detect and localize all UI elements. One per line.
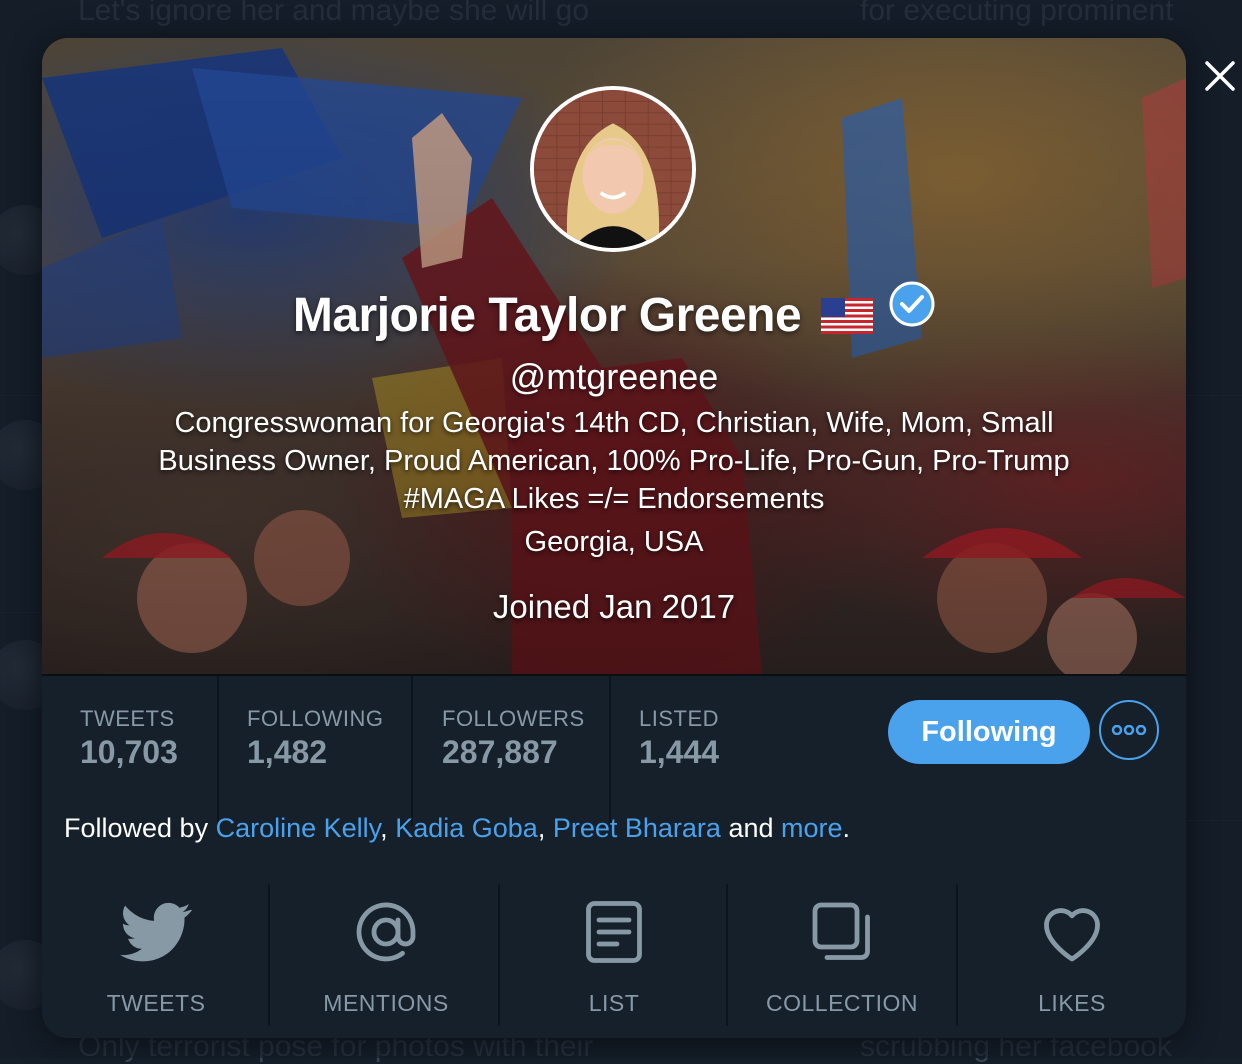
follower-link[interactable]: Kadia Goba xyxy=(395,813,538,843)
profile-joined-date: Joined Jan 2017 xyxy=(42,588,1186,626)
verified-badge-icon xyxy=(889,281,935,327)
profile-location: Georgia, USA xyxy=(42,526,1186,559)
followed-by-more-link[interactable]: more xyxy=(781,813,843,843)
follower-link[interactable]: Preet Bharara xyxy=(553,813,721,843)
nav-label: MENTIONS xyxy=(323,990,448,1017)
nav-divider xyxy=(956,884,958,1026)
list-icon xyxy=(578,896,650,968)
profile-card: Marjorie Taylor Greene @mtgreenee Congre… xyxy=(42,38,1186,1038)
following-button[interactable]: Following xyxy=(888,700,1090,764)
profile-banner: Marjorie Taylor Greene @mtgreenee Congre… xyxy=(42,38,1186,674)
profile-bio: Congresswoman for Georgia's 14th CD, Chr… xyxy=(132,404,1096,518)
period: . xyxy=(843,813,851,843)
nav-list[interactable]: LIST xyxy=(528,884,700,1026)
close-icon xyxy=(1202,58,1238,94)
stat-value: 10,703 xyxy=(80,734,178,771)
us-flag-icon xyxy=(821,298,873,334)
profile-name: Marjorie Taylor Greene xyxy=(293,288,801,343)
stat-label: FOLLOWING xyxy=(247,706,384,732)
nav-label: TWEETS xyxy=(107,990,206,1017)
profile-handle: @mtgreenee xyxy=(42,356,1186,398)
stat-value: 1,444 xyxy=(639,734,719,771)
heart-icon xyxy=(1036,896,1108,968)
nav-mentions[interactable]: MENTIONS xyxy=(300,884,472,1026)
nav-divider xyxy=(498,884,500,1026)
stat-tweets[interactable]: TWEETS 10,703 xyxy=(80,676,178,826)
twitter-bird-icon xyxy=(120,896,192,968)
stat-listed[interactable]: LISTED 1,444 xyxy=(639,676,719,826)
followed-by-line: Followed by Caroline Kelly, Kadia Goba, … xyxy=(64,813,850,844)
separator: , xyxy=(538,813,546,843)
stat-divider xyxy=(609,676,611,826)
stat-followers[interactable]: FOLLOWERS 287,887 xyxy=(442,676,585,826)
nav-divider xyxy=(268,884,270,1026)
stat-value: 287,887 xyxy=(442,734,585,771)
followed-by-and: and xyxy=(728,813,773,843)
nav-label: COLLECTION xyxy=(766,990,918,1017)
stat-following[interactable]: FOLLOWING 1,482 xyxy=(247,676,384,826)
avatar-image xyxy=(534,90,692,248)
collection-icon xyxy=(806,896,878,968)
nav-divider xyxy=(726,884,728,1026)
nav-label: LIST xyxy=(589,990,640,1017)
nav-tweets[interactable]: TWEETS xyxy=(70,884,242,1026)
stat-divider xyxy=(411,676,413,826)
more-dots-icon xyxy=(1111,725,1147,735)
nav-label: LIKES xyxy=(1038,990,1106,1017)
profile-nav: TWEETS MENTIONS LIST COLLECTION xyxy=(42,884,1186,1038)
stat-divider xyxy=(217,676,219,826)
nav-collection[interactable]: COLLECTION xyxy=(756,884,928,1026)
followed-by-prefix: Followed by xyxy=(64,813,208,843)
profile-name-row: Marjorie Taylor Greene xyxy=(42,288,1186,343)
stat-label: FOLLOWERS xyxy=(442,706,585,732)
follower-link[interactable]: Caroline Kelly xyxy=(216,813,381,843)
stat-label: TWEETS xyxy=(80,706,178,732)
stat-label: LISTED xyxy=(639,706,719,732)
separator: , xyxy=(380,813,388,843)
more-options-button[interactable] xyxy=(1099,700,1159,760)
stat-value: 1,482 xyxy=(247,734,384,771)
at-sign-icon xyxy=(350,896,422,968)
nav-likes[interactable]: LIKES xyxy=(986,884,1158,1026)
avatar[interactable] xyxy=(530,86,696,252)
close-button[interactable] xyxy=(1202,58,1242,98)
